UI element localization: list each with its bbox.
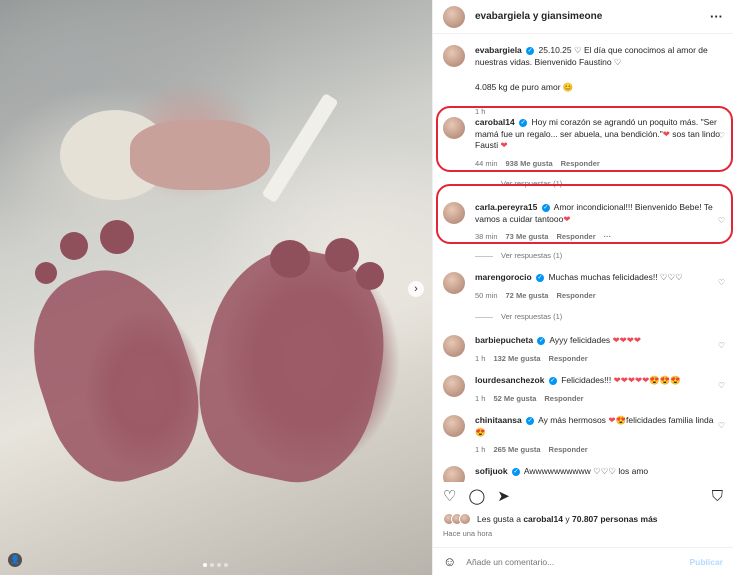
heart-icon[interactable]: ♡ [718,421,725,430]
carousel-dot [210,563,214,567]
comment-item: lourdesanchezok ✓ Felicidades!!! ❤❤❤❤❤😍😍… [443,375,725,404]
instagram-post-view: › 👤 evabargiela y giansimeone ··· evabar… [0,0,733,575]
comment-text: Awwwwwwwwww ♡♡♡ los amo [523,466,649,476]
comment-username[interactable]: barbiepucheta [475,335,533,345]
comment-time: 50 min [475,290,498,300]
avatar[interactable] [443,375,465,397]
comment-username[interactable]: chinitaansa [475,415,522,425]
comment-username[interactable]: lourdesanchezok [475,375,544,385]
comment-likes[interactable]: 132 Me gusta [493,354,540,363]
likes-count[interactable]: 70.807 personas más [572,514,658,524]
share-icon[interactable]: ➤ [497,487,510,505]
comment-likes[interactable]: 72 Me gusta [506,291,549,300]
post-comment-button[interactable]: Publicar [689,557,723,567]
user-tag-icon[interactable]: 👤 [8,553,22,567]
bookmark-icon[interactable]: ⛉ [712,488,723,505]
verified-icon: ✓ [511,467,520,476]
view-replies-label[interactable]: Ver respuestas (1) [501,251,562,260]
comment-likes[interactable]: 52 Me gusta [493,394,536,403]
baby-hands [130,120,270,190]
toe [35,262,57,284]
verified-icon: ✓ [536,273,545,282]
verified-icon: ✓ [548,376,557,385]
baby-foot-left [11,251,219,499]
action-bar: ♡ ◯ ➤ ⛉ [443,484,723,508]
caption-username[interactable]: evabargiela [475,45,522,55]
verified-icon: ✓ [537,336,546,345]
reply-button[interactable]: Responder [549,445,588,454]
next-photo-button[interactable]: › [408,281,424,297]
view-replies[interactable]: Ver respuestas (1) [475,312,562,321]
toe [325,238,359,272]
emoji-row: ❤❤❤❤❤😍😍😍 [613,375,682,385]
heart-icon[interactable]: ♡ [718,278,725,287]
toe [270,240,310,278]
likes-mid: y [563,514,572,524]
comment-text: Ayyy felicidades [549,335,611,345]
verified-icon: ✓ [526,46,535,55]
avatar[interactable] [443,415,465,437]
comment-time: 1 h [475,353,486,363]
post-photo[interactable]: › 👤 [0,0,432,575]
avatar [459,513,471,525]
add-comment-bar: ☺ Publicar [433,547,733,575]
post-time: Hace una hora [443,529,493,538]
likes-prefix: Les gusta a [477,514,524,524]
highlight-box [436,106,733,172]
hospital-band [261,92,339,204]
carousel-dot [217,563,221,567]
comment-text: Muchas muchas felicidades!! ♡♡♡ [548,272,683,282]
avatar[interactable] [443,45,465,67]
comment-item: marengorocio ✓ Muchas muchas felicidades… [443,272,725,301]
likes-user[interactable]: carobal14 [523,514,563,524]
reply-button[interactable]: Responder [556,291,595,300]
toe [356,262,384,290]
avatar[interactable] [443,272,465,294]
more-options-icon[interactable]: ··· [710,9,723,24]
post-author[interactable]: evabargiela y giansimeone [475,11,710,22]
carousel-dot [224,563,228,567]
heart-icon[interactable]: ♡ [718,341,725,350]
avatar[interactable] [443,335,465,357]
comment-username[interactable]: sofijuok [475,466,508,476]
view-replies-label[interactable]: Ver respuestas (1) [501,312,562,321]
post-panel: evabargiela y giansimeone ··· evabargiel… [432,0,733,575]
heart-icon[interactable]: ♡ [718,381,725,390]
carousel-dot [203,563,207,567]
likes-summary: Les gusta a carobal14 y 70.807 personas … [443,513,658,525]
heart-icon[interactable]: ♡ [443,487,456,505]
caption-text-2: 4.085 kg de puro amor 😊 [475,82,574,92]
avatar[interactable] [443,466,465,482]
comment-input[interactable] [466,556,690,567]
comments-list[interactable]: evabargiela ✓ 25.10.25 ♡ El día que cono… [433,35,733,482]
avatar[interactable] [443,5,465,28]
comment-time: 1 h [475,393,486,403]
toe [100,220,134,254]
reply-button[interactable]: Responder [549,354,588,363]
comment-likes[interactable]: 265 Me gusta [493,445,540,454]
reply-button[interactable]: Responder [544,394,583,403]
comment-item: chinitaansa ✓ Ay más hermosos ❤😍felicida… [443,415,725,456]
toe [60,232,88,260]
red-heart-emoji: ❤❤❤❤ [612,335,642,345]
comment-item: sofijuok ✓ Awwwwwwwwww ♡♡♡ los amo [443,466,725,482]
comment-item: barbiepucheta ✓ Ayyy felicidades ❤❤❤❤ 1 … [443,335,725,364]
comment-text: Ay más hermosos [538,415,606,425]
highlight-box [436,184,733,244]
comment-username[interactable]: marengorocio [475,272,532,282]
view-replies[interactable]: Ver respuestas (1) [475,251,562,260]
carousel-dots [203,563,228,567]
comment-text: Felicidades!!! [561,375,612,385]
verified-icon: ✓ [526,416,535,425]
comment-icon[interactable]: ◯ [468,487,485,505]
comment-time: 1 h [475,445,486,454]
post-header: evabargiela y giansimeone ··· [433,0,733,34]
emoji-icon[interactable]: ☺ [443,554,456,569]
